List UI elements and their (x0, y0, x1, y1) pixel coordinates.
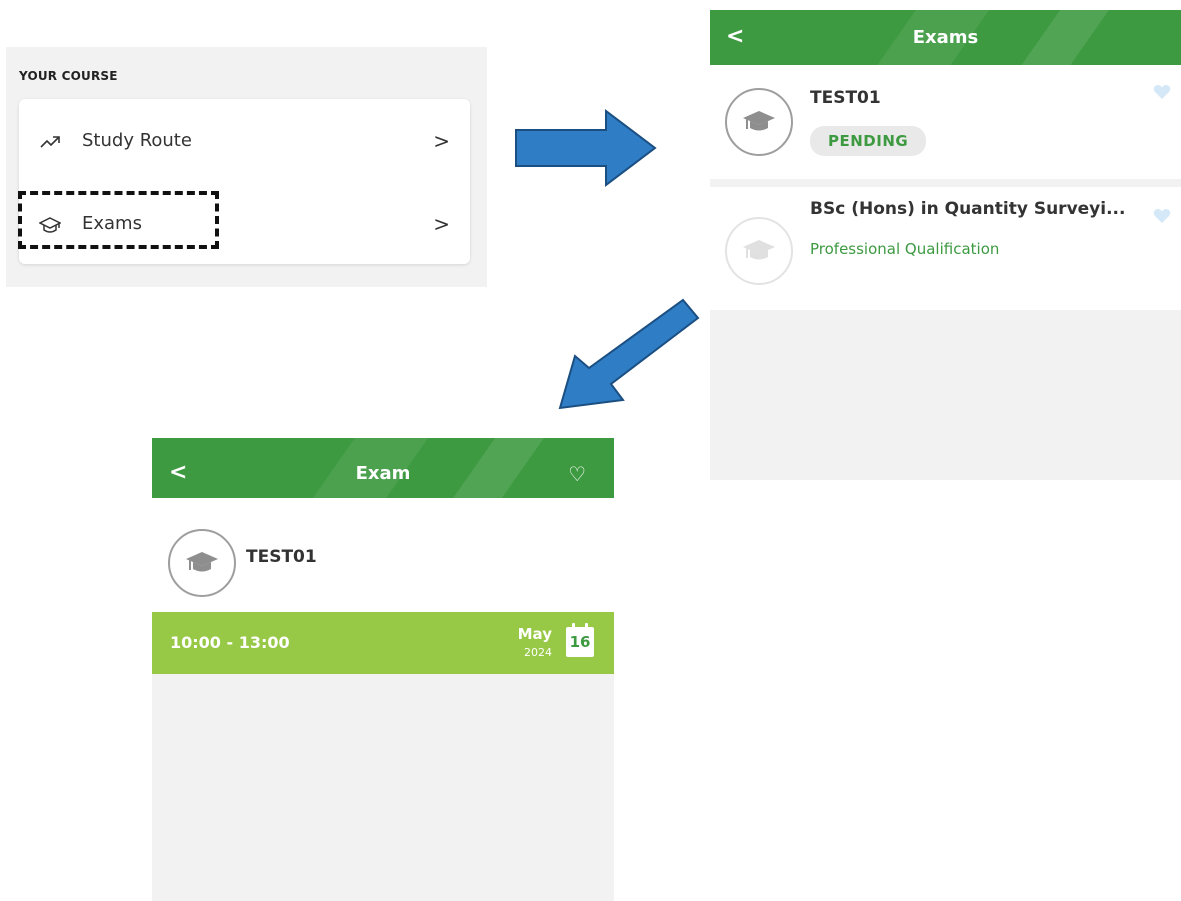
exam-day: 16 (569, 633, 591, 651)
chevron-right-icon: > (433, 212, 450, 236)
exam-list-item[interactable]: BSc (Hons) in Quantity Surveyi... Profes… (710, 187, 1181, 310)
exams-header: < Exams (710, 10, 1181, 65)
exam-month: May (517, 625, 552, 643)
course-card: Study Route > Exams > (19, 99, 470, 264)
study-route-item[interactable]: Study Route > (19, 111, 470, 171)
graduation-cap-icon (38, 214, 62, 236)
exam-year: 2024 (524, 646, 552, 659)
graduation-cap-icon (725, 88, 793, 156)
study-route-label: Study Route (82, 130, 192, 151)
exam-time: 10:00 - 13:00 (170, 633, 290, 652)
favorite-heart-icon[interactable]: ♡ (568, 462, 586, 486)
exam-detail-screen: < Exam ♡ TEST01 10:00 - 13:00 May 2024 1… (152, 438, 614, 901)
graduation-cap-icon (725, 217, 793, 285)
exams-label: Exams (82, 213, 142, 234)
graduation-cap-icon (168, 529, 236, 597)
favorite-heart-icon[interactable] (1153, 84, 1171, 100)
header-title: Exams (912, 27, 979, 48)
arrow-right (515, 108, 657, 188)
exam-time-bar: 10:00 - 13:00 May 2024 16 (152, 612, 614, 674)
exam-summary: TEST01 (152, 498, 614, 612)
favorite-heart-icon[interactable] (1153, 208, 1171, 224)
exam-name: BSc (Hons) in Quantity Surveyi... (810, 199, 1126, 219)
exam-header: < Exam ♡ (152, 438, 614, 498)
exams-list-screen: < Exams TEST01 PENDING BSc (Hons) in Qua… (710, 10, 1181, 480)
exam-subtitle: Professional Qualification (810, 240, 1000, 258)
exams-item[interactable]: Exams > (19, 194, 470, 254)
exam-list-item[interactable]: TEST01 PENDING (710, 65, 1181, 179)
exam-name: TEST01 (810, 88, 881, 108)
your-course-panel: YOUR COURSE Study Route > Exams > (6, 47, 487, 287)
header-title: Exam (355, 463, 411, 484)
chevron-right-icon: > (433, 129, 450, 153)
status-badge: PENDING (810, 126, 927, 156)
calendar-icon: 16 (566, 623, 594, 657)
arrow-down-left (558, 298, 700, 410)
section-heading: YOUR COURSE (19, 69, 118, 83)
trending-up-icon (39, 131, 61, 153)
exam-name: TEST01 (246, 547, 317, 567)
